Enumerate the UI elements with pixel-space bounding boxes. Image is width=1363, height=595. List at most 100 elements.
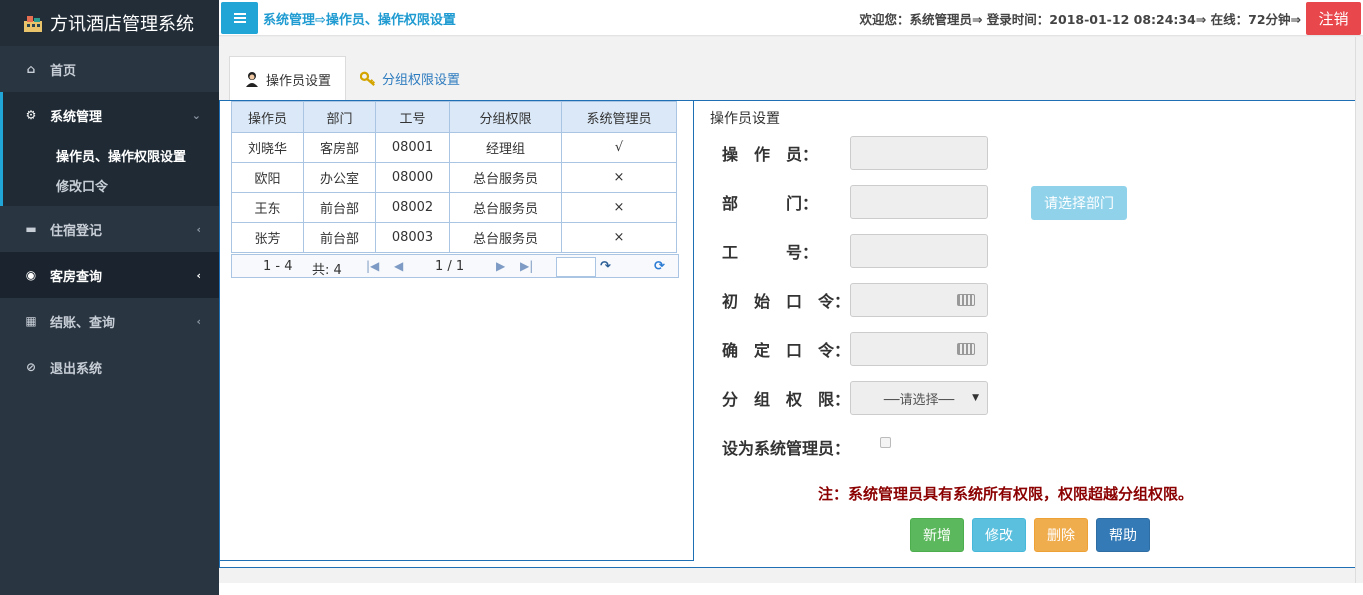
table-row[interactable]: 刘晓华 客房部 08001 经理组 √ [231,132,677,163]
sidebar-item-exit[interactable]: ⊘ 退出系统 [0,344,219,390]
home-icon: ⌂ [26,62,36,76]
dept-field[interactable] [850,185,988,219]
keyboard-icon[interactable] [957,294,975,306]
chevron-down-icon: ⌄ [191,108,201,122]
next-page-icon[interactable]: ▶ [496,259,505,273]
table-row[interactable]: 欧阳 办公室 08000 总台服务员 × [231,162,677,193]
logout-button[interactable]: 注销 [1306,2,1361,35]
tab-group-permissions[interactable]: 分组权限设置 [346,56,474,101]
choose-dept-button[interactable]: 请选择部门 [1031,186,1127,220]
table-cell: × [561,162,677,193]
main-content: 操作员设置 分组权限设置 操作员 部门 工号 分组权限 系统管理员 刘晓华 客房… [219,37,1359,583]
sidebar-item-label: 系统管理 [50,109,103,125]
tab-panel: 操作员 部门 工号 分组权限 系统管理员 刘晓华 客房部 08001 经理组 √ [219,100,1359,568]
last-page-icon[interactable]: ▶| [520,259,533,273]
operator-form-pane: 操作员设置 操 作 员： 部 门： 请选择部门 工 号： 初 始 口 令： 确 … [694,101,1360,569]
sidebar-item-checkin[interactable]: ▬ 住宿登记 ‹ [0,206,219,252]
sidebar-item-label: 客房查询 [50,269,103,285]
dept-label: 部 门： [722,194,819,213]
column-header[interactable]: 工号 [375,101,450,133]
edit-button[interactable]: 修改 [972,518,1026,552]
empno-field[interactable] [850,234,988,268]
page-number-input[interactable] [556,257,596,277]
table-cell: × [561,222,677,253]
menu-toggle-button[interactable] [221,2,258,34]
topbar: 系统管理⇨操作员、操作权限设置 欢迎您：系统管理员⇒ 登录时间：2018-01-… [219,0,1363,36]
table-pager: 1 - 4 共: 4 |◀ ◀ 1 / 1 ▶ ▶| ↷ ⟳ [231,254,679,278]
refresh-icon[interactable]: ⟳ [654,259,665,274]
table-cell: 经理组 [449,132,562,163]
table-cell: 前台部 [303,222,376,253]
gear-icon: ⚙ [25,108,37,122]
sidebar-item-label: 退出系统 [50,361,103,377]
table-cell: 客房部 [303,132,376,163]
sidebar-subitem-change-password[interactable]: 修改口令 [3,170,219,200]
first-page-icon[interactable]: |◀ [366,259,379,273]
confirm-password-label: 确 定 口 令： [722,341,851,360]
ban-icon: ⊘ [25,360,37,374]
help-button[interactable]: 帮助 [1096,518,1150,552]
table-cell: 张芳 [231,222,304,253]
table-cell: 08002 [375,192,450,223]
pager-range: 1 - 4 [263,259,293,274]
sidebar-subitem-operator-settings[interactable]: 操作员、操作权限设置 [3,140,219,170]
column-header[interactable]: 操作员 [231,101,304,133]
group-select[interactable]: ──请选择── ▼ [850,381,988,415]
form-row-set-admin: 设为系统管理员： [722,430,891,464]
confirm-password-field[interactable] [850,332,988,366]
table-cell: 欧阳 [231,162,304,193]
delete-button[interactable]: 删除 [1034,518,1088,552]
app-title: 方讯酒店管理系统 [50,14,194,35]
form-buttons: 新增 修改 删除 帮助 [910,518,1158,552]
table-cell: 总台服务员 [449,162,562,193]
page-scrollbar[interactable] [1355,37,1363,583]
operator-field[interactable] [850,136,988,170]
go-page-icon[interactable]: ↷ [600,259,611,274]
table-cell: 王东 [231,192,304,223]
breadcrumb: 系统管理⇨操作员、操作权限设置 [263,13,456,28]
caret-down-icon: ▼ [972,393,979,403]
table-row[interactable]: 张芳 前台部 08003 总台服务员 × [231,222,677,253]
sidebar-item-system[interactable]: ⚙ 系统管理 ⌄ [0,92,219,138]
form-row-confirm-password: 确 定 口 令： [722,332,988,366]
app-brand: 方讯酒店管理系统 [0,0,219,46]
table-cell: 08000 [375,162,450,193]
add-button[interactable]: 新增 [910,518,964,552]
chevron-left-icon: ‹ [196,268,201,282]
operator-label: 操 作 员： [722,145,819,164]
footer-strip [219,583,1363,595]
calculator-icon: ▦ [25,314,37,328]
sidebar-item-checkout[interactable]: ▦ 结账、查询 ‹ [0,298,219,344]
empno-label: 工 号： [722,243,819,262]
hamburger-icon [233,13,246,23]
sidebar-subnav: 操作员、操作权限设置 修改口令 [0,138,219,206]
set-admin-checkbox[interactable] [880,436,891,448]
table-cell: 办公室 [303,162,376,193]
admin-note: 注：系统管理员具有系统所有权限，权限超越分组权限。 [818,485,1194,503]
group-label: 分 组 权 限： [722,390,851,409]
init-password-label: 初 始 口 令： [722,292,851,311]
welcome-status: 欢迎您：系统管理员⇒ 登录时间：2018-01-12 08:24:34⇒ 在线：… [859,12,1301,27]
operator-list-pane: 操作员 部门 工号 分组权限 系统管理员 刘晓华 客房部 08001 经理组 √ [220,101,694,561]
table-cell: × [561,192,677,223]
keyboard-icon[interactable] [957,343,975,355]
column-header[interactable]: 系统管理员 [561,101,677,133]
sidebar: 方讯酒店管理系统 ⌂ 首页 ⚙ 系统管理 ⌄ 操作员、操作权限设置 修改口令 ▬… [0,0,219,595]
table-row[interactable]: 王东 前台部 08002 总台服务员 × [231,192,677,223]
column-header[interactable]: 部门 [303,101,376,133]
tab-operator-settings[interactable]: 操作员设置 [229,56,347,101]
eye-icon: ◉ [25,268,37,282]
pager-total: 共: 4 [312,263,342,278]
form-row-group: 分 组 权 限： ──请选择── ▼ [722,381,988,415]
prev-page-icon[interactable]: ◀ [394,259,403,273]
sidebar-item-label: 首页 [50,63,77,79]
column-header[interactable]: 分组权限 [449,101,562,133]
sidebar-item-room-query[interactable]: ◉ 客房查询 ‹ [0,252,219,298]
table-cell: 前台部 [303,192,376,223]
sidebar-item-label: 结账、查询 [50,315,116,331]
operator-table: 操作员 部门 工号 分组权限 系统管理员 刘晓华 客房部 08001 经理组 √ [231,101,677,253]
init-password-field[interactable] [850,283,988,317]
chevron-left-icon: ‹ [196,314,201,328]
sidebar-item-home[interactable]: ⌂ 首页 [0,46,219,92]
key-icon [360,71,376,87]
